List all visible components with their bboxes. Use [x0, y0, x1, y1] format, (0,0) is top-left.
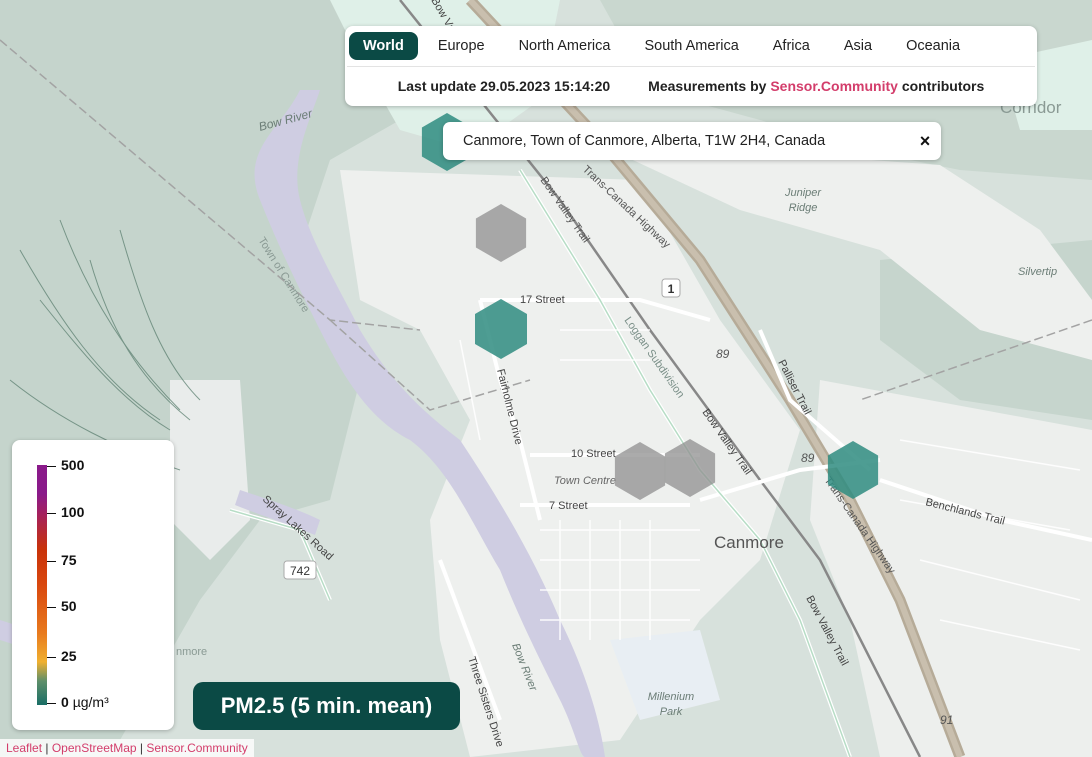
tab-africa[interactable]: Africa [759, 32, 824, 60]
hwy89-shield-a: 89 [716, 347, 730, 361]
region-tabs: World Europe North America South America… [345, 26, 1037, 66]
hwy1-shield: 1 [661, 278, 681, 298]
label-canmore-west: nmore [176, 646, 207, 658]
measurements-suffix: contributors [901, 78, 985, 94]
leaflet-link[interactable]: Leaflet [6, 741, 42, 755]
search-result-box[interactable]: Canmore, Town of Canmore, Alberta, T1W 2… [443, 122, 941, 160]
label-silvertip: Silvertip [1018, 266, 1057, 278]
tab-europe[interactable]: Europe [424, 32, 499, 60]
label-10-street: 10 Street [571, 448, 616, 460]
svg-text:742: 742 [290, 564, 310, 578]
openstreetmap-link[interactable]: OpenStreetMap [52, 741, 137, 755]
sensor-community-attribution-link[interactable]: Sensor.Community [146, 741, 247, 755]
measurements-prefix: Measurements by [648, 78, 767, 94]
tab-asia[interactable]: Asia [830, 32, 886, 60]
status-line: Last update 29.05.2023 15:14:20 Measurem… [345, 67, 1037, 105]
label-millennium: Millenium [648, 691, 694, 703]
tab-oceania[interactable]: Oceania [892, 32, 974, 60]
measurement-type-button[interactable]: PM2.5 (5 min. mean) [193, 682, 460, 730]
legend-tick-75: 75 [47, 552, 77, 568]
legend-tick-50: 50 [47, 598, 77, 614]
region-panel: World Europe North America South America… [345, 26, 1037, 106]
label-town-centre: Town Centre [554, 475, 616, 487]
hwy91-shield: 91 [940, 713, 953, 727]
tab-north-america[interactable]: North America [505, 32, 625, 60]
label-juniper: Juniper [784, 187, 822, 199]
sensor-community-link[interactable]: Sensor.Community [770, 78, 898, 94]
tab-world[interactable]: World [349, 32, 418, 60]
legend-tick-500: 500 [47, 457, 84, 473]
last-update-text: Last update 29.05.2023 15:14:20 [397, 78, 611, 94]
label-park: Park [660, 706, 683, 718]
label-ridge: Ridge [789, 202, 818, 214]
legend-tick-0: 0 µg/m³ [47, 694, 109, 710]
svg-text:1: 1 [668, 282, 675, 296]
legend-tick-25: 25 [47, 648, 77, 664]
hwy89-shield-b: 89 [801, 451, 815, 465]
map-attribution: Leaflet | OpenStreetMap | Sensor.Communi… [0, 739, 254, 757]
label-canmore: Canmore [714, 533, 784, 552]
legend-unit: µg/m³ [72, 694, 109, 710]
tab-south-america[interactable]: South America [630, 32, 752, 60]
close-icon[interactable]: × [909, 131, 941, 152]
label-17-street: 17 Street [520, 294, 565, 306]
legend-color-scale [37, 465, 47, 705]
measurements-credit: Measurements by Sensor.Community contrib… [648, 78, 984, 94]
attribution-separator: | [139, 741, 144, 755]
search-result-text[interactable]: Canmore, Town of Canmore, Alberta, T1W 2… [443, 133, 909, 149]
label-7-street: 7 Street [549, 500, 588, 512]
attribution-separator: | [45, 741, 49, 755]
pm-legend: 500 100 75 50 25 0 µg/m³ [12, 440, 174, 730]
hwy742-shield: 742 [283, 560, 317, 580]
legend-tick-100: 100 [47, 504, 84, 520]
